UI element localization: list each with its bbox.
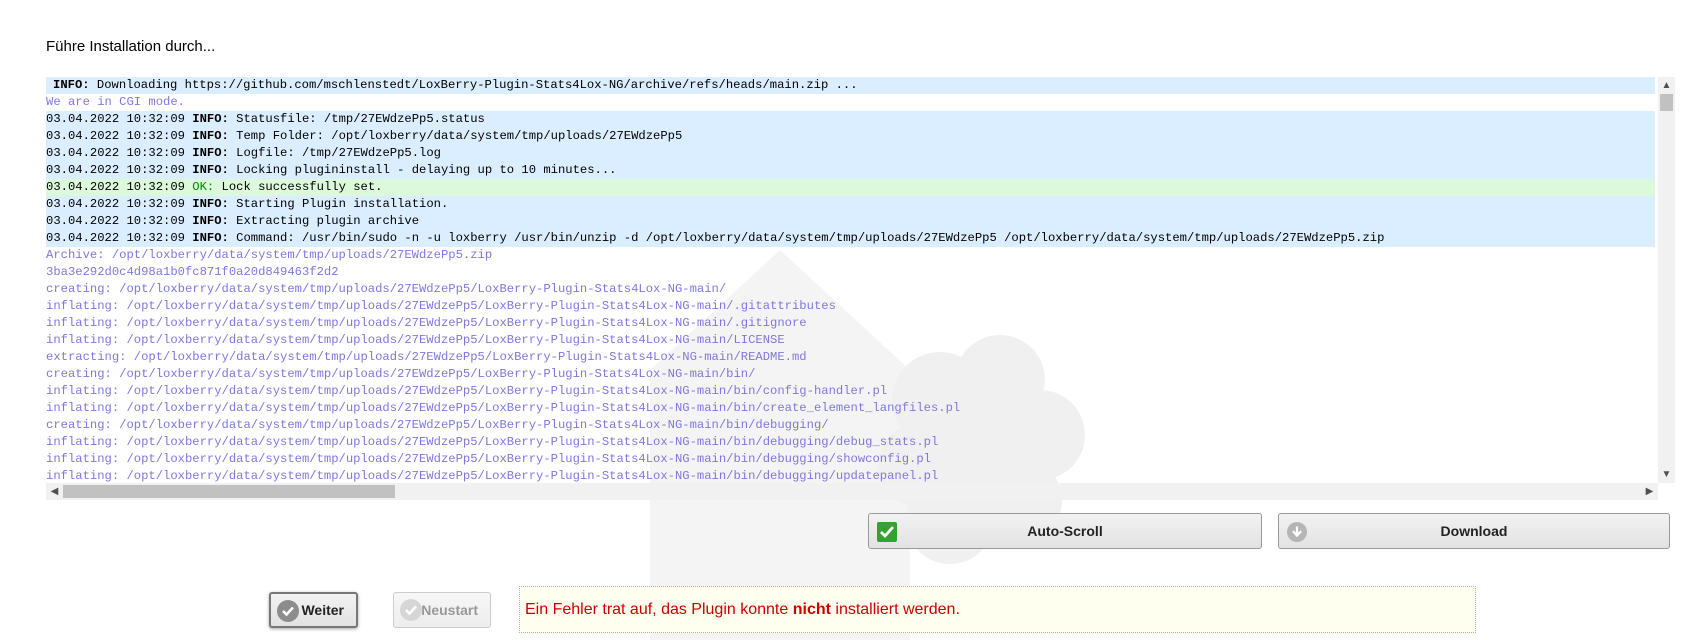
log-timestamp: 03.04.2022 10:32:09	[46, 129, 193, 143]
log-line: 03.04.2022 10:32:09 INFO: Temp Folder: /…	[46, 128, 1655, 145]
log-level: INFO:	[192, 231, 229, 245]
auto-scroll-label: Auto-Scroll	[1027, 523, 1103, 539]
log-line: Archive: /opt/loxberry/data/system/tmp/u…	[46, 247, 1655, 264]
log-timestamp: 03.04.2022 10:32:09	[46, 180, 193, 194]
log-text: inflating: /opt/loxberry/data/system/tmp…	[46, 401, 961, 415]
log-line: 03.04.2022 10:32:09 INFO: Extracting plu…	[46, 213, 1655, 230]
log-message: Extracting plugin archive	[228, 214, 420, 228]
log-text: inflating: /opt/loxberry/data/system/tmp…	[46, 384, 888, 398]
log-line: 03.04.2022 10:32:09 INFO: Logfile: /tmp/…	[46, 145, 1655, 162]
log-text: inflating: /opt/loxberry/data/system/tmp…	[46, 469, 939, 483]
log-message: Downloading https://github.com/mschlenst…	[89, 78, 858, 92]
log-level: INFO:	[192, 163, 229, 177]
weiter-button[interactable]: Weiter	[269, 592, 358, 628]
log-timestamp: 03.04.2022 10:32:09	[46, 231, 193, 245]
checkbox-checked-icon	[877, 522, 897, 542]
log-line: extracting: /opt/loxberry/data/system/tm…	[46, 349, 1655, 366]
log-line: inflating: /opt/loxberry/data/system/tmp…	[46, 383, 1655, 400]
weiter-label: Weiter	[301, 602, 344, 618]
vertical-scroll-thumb[interactable]	[1660, 94, 1673, 111]
log-line: 03.04.2022 10:32:09 INFO: Command: /usr/…	[46, 230, 1655, 247]
page-heading: Führe Installation durch...	[46, 38, 216, 55]
check-icon	[400, 599, 422, 621]
log-text: extracting: /opt/loxberry/data/system/tm…	[46, 350, 807, 364]
log-text: creating: /opt/loxberry/data/system/tmp/…	[46, 282, 727, 296]
horizontal-scrollbar[interactable]: ◀ ▶	[46, 483, 1658, 500]
log-line: We are in CGI mode.	[46, 94, 1655, 111]
log-timestamp: 03.04.2022 10:32:09	[46, 112, 193, 126]
log-line: 03.04.2022 10:32:09 INFO: Statusfile: /t…	[46, 111, 1655, 128]
log-message: Starting Plugin installation.	[228, 197, 449, 211]
log-line: creating: /opt/loxberry/data/system/tmp/…	[46, 281, 1655, 298]
log-text: inflating: /opt/loxberry/data/system/tmp…	[46, 333, 785, 347]
log-level: INFO:	[192, 129, 229, 143]
log-line: inflating: /opt/loxberry/data/system/tmp…	[46, 332, 1655, 349]
log-timestamp: 03.04.2022 10:32:09	[46, 146, 193, 160]
install-log: INFO: Downloading https://github.com/msc…	[46, 77, 1655, 483]
error-text-before: Ein Fehler trat auf, das Plugin konnte	[525, 601, 793, 618]
log-text: inflating: /opt/loxberry/data/system/tmp…	[46, 316, 807, 330]
log-text: creating: /opt/loxberry/data/system/tmp/…	[46, 418, 829, 432]
log-level: INFO:	[192, 214, 229, 228]
check-icon	[277, 600, 299, 622]
log-line: INFO: Downloading https://github.com/msc…	[46, 77, 1655, 94]
log-message: Locking plugininstall - delaying up to 1…	[228, 163, 617, 177]
horizontal-scroll-thumb[interactable]	[63, 485, 395, 498]
log-line: 3ba3e292d0c4d98a1b0fc871f0a20d849463f2d2	[46, 264, 1655, 281]
log-timestamp: 03.04.2022 10:32:09	[46, 163, 193, 177]
scroll-up-arrow-icon[interactable]: ▲	[1658, 77, 1675, 94]
log-line: inflating: /opt/loxberry/data/system/tmp…	[46, 400, 1655, 417]
log-level: OK:	[192, 180, 215, 194]
log-line: creating: /opt/loxberry/data/system/tmp/…	[46, 417, 1655, 434]
log-message: Logfile: /tmp/27EWdzePp5.log	[228, 146, 441, 160]
log-message: Statusfile: /tmp/27EWdzePp5.status	[228, 112, 485, 126]
log-text: inflating: /opt/loxberry/data/system/tmp…	[46, 452, 931, 466]
log-line: inflating: /opt/loxberry/data/system/tmp…	[46, 315, 1655, 332]
log-message: Lock successfully set.	[214, 180, 383, 194]
auto-scroll-button[interactable]: Auto-Scroll	[868, 513, 1262, 549]
error-text-emphasis: nicht	[792, 601, 831, 618]
neustart-label: Neustart	[421, 602, 478, 618]
log-line: 03.04.2022 10:32:09 OK: Lock successfull…	[46, 179, 1655, 196]
log-line: inflating: /opt/loxberry/data/system/tmp…	[46, 298, 1655, 315]
download-button[interactable]: Download	[1278, 513, 1670, 549]
log-line: inflating: /opt/loxberry/data/system/tmp…	[46, 468, 1655, 483]
log-text: 3ba3e292d0c4d98a1b0fc871f0a20d849463f2d2	[46, 265, 339, 279]
log-line: 03.04.2022 10:32:09 INFO: Locking plugin…	[46, 162, 1655, 179]
log-text: inflating: /opt/loxberry/data/system/tmp…	[46, 299, 836, 313]
log-line: creating: /opt/loxberry/data/system/tmp/…	[46, 366, 1655, 383]
neustart-button[interactable]: Neustart	[393, 592, 491, 628]
vertical-scrollbar[interactable]: ▲ ▼	[1658, 77, 1675, 483]
error-text-after: installiert werden.	[830, 601, 960, 618]
log-message: Command: /usr/bin/sudo -n -u loxberry /u…	[228, 231, 1385, 245]
download-icon	[1287, 522, 1307, 542]
log-line: 03.04.2022 10:32:09 INFO: Starting Plugi…	[46, 196, 1655, 213]
scroll-left-arrow-icon[interactable]: ◀	[46, 483, 63, 500]
log-text: inflating: /opt/loxberry/data/system/tmp…	[46, 435, 939, 449]
scroll-down-arrow-icon[interactable]: ▼	[1658, 466, 1675, 483]
log-timestamp: 03.04.2022 10:32:09	[46, 214, 193, 228]
log-text: creating: /opt/loxberry/data/system/tmp/…	[46, 367, 756, 381]
log-line: inflating: /opt/loxberry/data/system/tmp…	[46, 451, 1655, 468]
log-level: INFO:	[192, 197, 229, 211]
log-level: INFO:	[192, 146, 229, 160]
install-log-panel[interactable]: INFO: Downloading https://github.com/msc…	[46, 77, 1675, 500]
log-message: Temp Folder: /opt/loxberry/data/system/t…	[228, 129, 683, 143]
error-message: Ein Fehler trat auf, das Plugin konnte n…	[519, 586, 1476, 633]
log-timestamp: 03.04.2022 10:32:09	[46, 197, 193, 211]
download-label: Download	[1440, 523, 1508, 539]
log-line: inflating: /opt/loxberry/data/system/tmp…	[46, 434, 1655, 451]
log-level: INFO:	[53, 78, 90, 92]
scroll-right-arrow-icon[interactable]: ▶	[1641, 483, 1658, 500]
log-text: Archive: /opt/loxberry/data/system/tmp/u…	[46, 248, 493, 262]
log-text: We are in CGI mode.	[46, 95, 185, 109]
log-level: INFO:	[192, 112, 229, 126]
